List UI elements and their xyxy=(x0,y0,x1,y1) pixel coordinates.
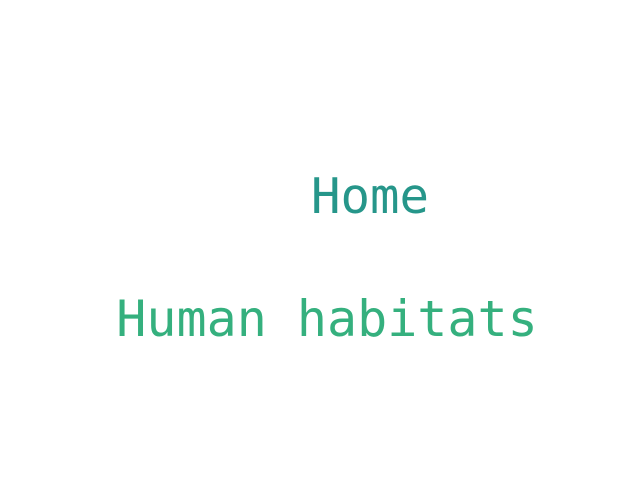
word-home: Home xyxy=(310,168,430,225)
word-cloud-canvas: Home Human habitats xyxy=(0,0,640,480)
word-human-habitats: Human habitats xyxy=(116,290,538,348)
